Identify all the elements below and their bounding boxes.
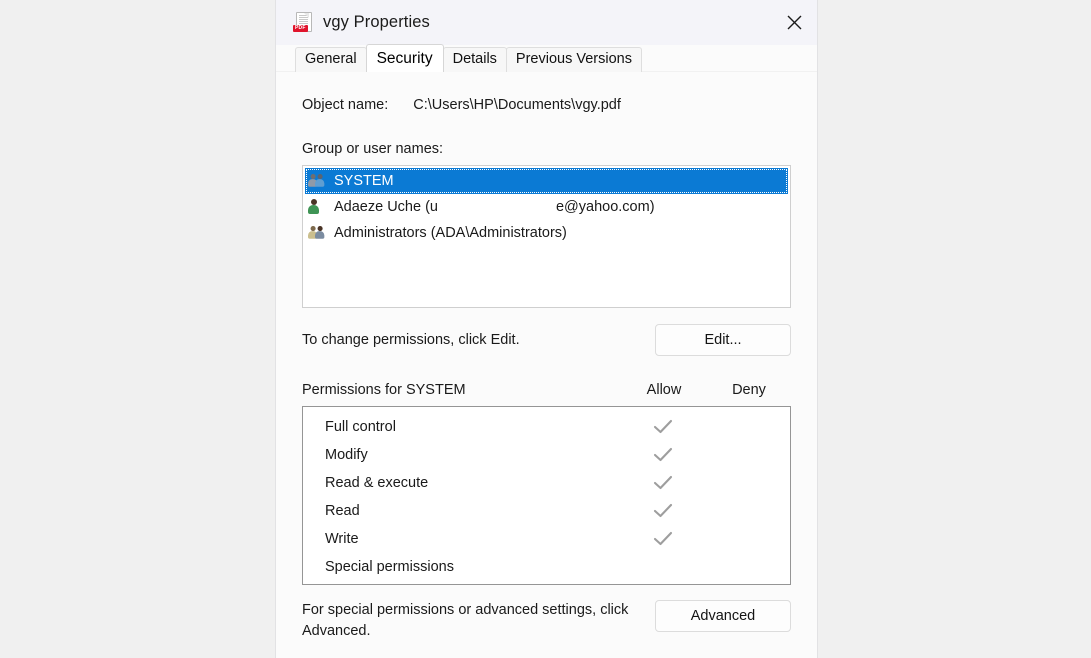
checkmark-icon — [653, 531, 673, 547]
close-button[interactable] — [771, 0, 817, 45]
advanced-hint-text: For special permissions or advanced sett… — [302, 602, 629, 639]
allow-cell[interactable] — [620, 503, 706, 519]
permission-label: Special permissions — [325, 559, 454, 575]
table-row[interactable]: Modify — [303, 441, 790, 469]
list-item-label-suffix: e@yahoo.com) — [555, 199, 655, 215]
table-row[interactable]: Full control — [303, 413, 790, 441]
tab-details[interactable]: Details — [442, 47, 507, 72]
permissions-header: Permissions for SYSTEM Allow Deny — [302, 382, 791, 398]
allow-cell[interactable] — [620, 447, 706, 463]
group-user-listbox[interactable]: SYSTEM Adaeze Uche (u e@yahoo.com) Admini… — [302, 165, 791, 308]
table-row[interactable]: Read & execute — [303, 469, 790, 497]
group-or-user-names-label: Group or user names: — [302, 141, 444, 157]
edit-button[interactable]: Edit... — [655, 324, 791, 356]
list-item[interactable]: Adaeze Uche (u e@yahoo.com) — [305, 194, 788, 220]
advanced-button[interactable]: Advanced — [655, 600, 791, 632]
object-name-value: C:\Users\HP\Documents\vgy.pdf — [413, 97, 621, 113]
security-tab-panel: Object name: C:\Users\HP\Documents\vgy.p… — [276, 72, 817, 658]
permission-label: Write — [325, 531, 359, 547]
checkmark-icon — [653, 475, 673, 491]
tab-strip: General Security Details Previous Versio… — [276, 44, 817, 72]
deny-column-header: Deny — [732, 382, 766, 398]
list-item[interactable]: Administrators (ADA\Administrators) — [305, 220, 788, 246]
edit-hint-text: To change permissions, click Edit. — [302, 332, 520, 348]
permissions-title: Permissions for SYSTEM — [302, 382, 466, 398]
allow-cell[interactable] — [620, 419, 706, 435]
list-item[interactable]: SYSTEM — [305, 168, 788, 194]
window-title: vgy Properties — [323, 13, 430, 31]
permission-label: Read & execute — [325, 475, 429, 491]
tab-general[interactable]: General — [295, 47, 367, 72]
allow-column-header: Allow — [646, 382, 682, 398]
tab-security[interactable]: Security — [365, 44, 444, 72]
permission-label: Full control — [325, 419, 396, 435]
list-item-label-prefix: Adaeze Uche (u — [334, 199, 438, 215]
group-icon — [308, 225, 326, 242]
title-bar: PDF vgy Properties — [276, 0, 817, 45]
permission-label: Modify — [325, 447, 368, 463]
tab-previous-versions[interactable]: Previous Versions — [505, 47, 642, 72]
allow-cell[interactable] — [620, 475, 706, 491]
table-row[interactable]: Write — [303, 525, 790, 553]
properties-dialog: PDF vgy Properties General Security Deta… — [276, 0, 817, 658]
permissions-listbox[interactable]: Full control Modify Read & execute Read … — [302, 406, 791, 585]
pdf-file-icon: PDF — [293, 11, 313, 34]
checkmark-icon — [653, 503, 673, 519]
redaction-block — [437, 199, 556, 215]
checkmark-icon — [653, 447, 673, 463]
group-icon — [308, 173, 326, 190]
table-row[interactable]: Special permissions — [303, 553, 790, 581]
permission-label: Read — [325, 503, 360, 519]
checkmark-icon — [653, 419, 673, 435]
object-name-row: Object name: C:\Users\HP\Documents\vgy.p… — [302, 72, 791, 113]
list-item-label: Administrators (ADA\Administrators) — [334, 225, 567, 241]
advanced-row: For special permissions or advanced sett… — [302, 600, 791, 642]
user-icon — [308, 198, 326, 216]
allow-cell[interactable] — [620, 531, 706, 547]
pdf-badge-label: PDF — [293, 24, 308, 32]
table-row[interactable]: Read — [303, 497, 790, 525]
edit-permissions-row: To change permissions, click Edit. Edit.… — [302, 324, 791, 356]
list-item-label: SYSTEM — [334, 173, 394, 189]
close-icon — [787, 15, 801, 30]
object-name-label: Object name: — [302, 97, 389, 113]
